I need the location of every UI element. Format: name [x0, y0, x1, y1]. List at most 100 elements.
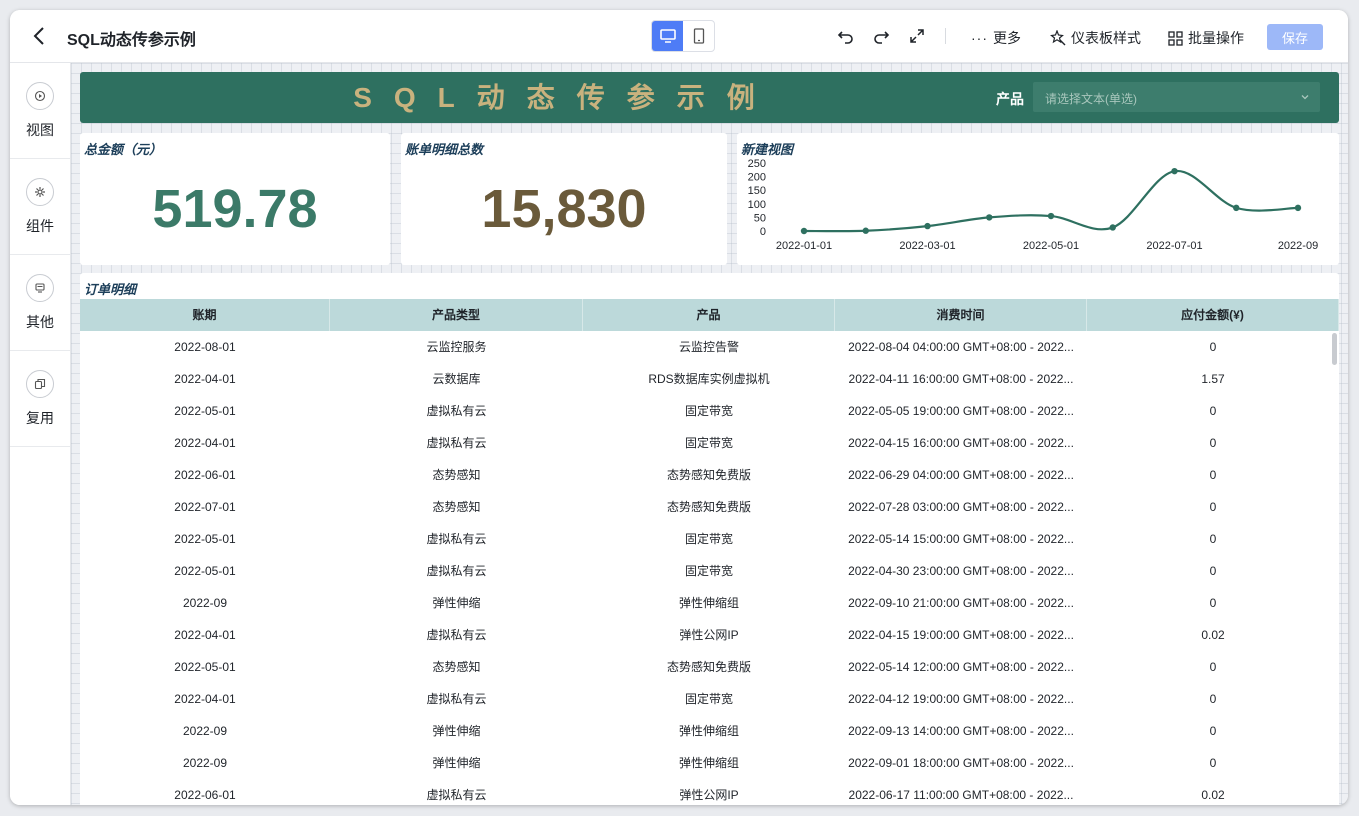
table-cell: 虚拟私有云: [426, 788, 487, 802]
data-point[interactable]: [1109, 224, 1116, 231]
table-row[interactable]: 2022-06-01 虚拟私有云 弹性公网IP 2022-06-17 11:00:00…: [80, 779, 1339, 805]
data-point[interactable]: [1047, 212, 1055, 220]
toolbar-divider: [945, 28, 946, 44]
table-cell: 弹性公网IP: [679, 628, 739, 642]
dashboard-style-button[interactable]: 仪表板样式: [1050, 28, 1141, 48]
table-cell: RDS数据库实例虚拟机: [648, 372, 770, 386]
column-header[interactable]: 应付金额(¥): [1087, 299, 1339, 331]
sidebar-item-other[interactable]: 其他: [10, 255, 70, 351]
table-cell: 0: [1209, 692, 1217, 706]
table-row[interactable]: 2022-05-01 态势感知 态势感知免费版 2022-05-14 12:00:00…: [80, 651, 1339, 683]
grid-icon: [1168, 30, 1183, 46]
table-cell: 2022-09: [182, 596, 228, 610]
table-cell: 0: [1209, 468, 1217, 482]
table-cell: 2022-05-01: [174, 660, 236, 674]
column-header[interactable]: 消费时间: [835, 299, 1087, 331]
table-row[interactable]: 2022-05-01 虚拟私有云 固定带宽 2022-05-05 19:00:00 G…: [80, 395, 1339, 427]
table-cell: 云监控告警: [678, 340, 739, 354]
table-body: 2022-08-01 云监控服务 云监控告警 2022-08-04 04:00:00 …: [80, 331, 1339, 805]
other-icon: [26, 273, 54, 302]
table-cell: 2022-05-14 15:00:00 GMT+08:00 - 2022...: [848, 532, 1074, 546]
desktop-view-button[interactable]: [652, 21, 683, 51]
table-scrollbar[interactable]: [1332, 333, 1337, 365]
table-cell: 弹性公网IP: [679, 788, 739, 802]
product-filter-select[interactable]: 请选择文本(单选): [1033, 82, 1320, 112]
kpi-card-bill-count[interactable]: 账单明细总数 15,830: [401, 133, 727, 265]
table-row[interactable]: 2022-07-01 态势感知 态势感知免费版 2022-07-28 03:00:00…: [80, 491, 1339, 523]
title-banner: SQL动态传参示例 产品 请选择文本(单选): [80, 72, 1339, 123]
device-toggle: [651, 20, 715, 52]
table-row[interactable]: 2022-05-01 虚拟私有云 固定带宽 2022-04-30 23:00:00 G…: [80, 555, 1339, 587]
table-row[interactable]: 2022-09 弹性伸缩 弹性伸缩组 2022-09-10 21:00:00 GMT+…: [80, 587, 1339, 619]
sidebar-item-component[interactable]: 组件: [10, 159, 70, 255]
y-tick-label: 200: [748, 172, 766, 184]
sidebar-item-label: 复用: [26, 409, 54, 426]
line-chart-card[interactable]: 新建视图 0 50 100 150 200 250 2022-01-01 2022-03-01…: [737, 133, 1339, 265]
table-cell: 2022-04-15 16:00:00 GMT+08:00 - 2022...: [848, 436, 1074, 450]
data-point[interactable]: [862, 227, 869, 234]
data-point[interactable]: [1233, 204, 1240, 212]
redo-icon[interactable]: [872, 27, 890, 45]
desktop-icon: [659, 29, 676, 43]
y-tick-label: 50: [754, 212, 766, 224]
mobile-icon: [693, 28, 704, 44]
table-cell: 2022-04-30 23:00:00 GMT+08:00 - 2022...: [848, 564, 1074, 578]
batch-operation-button[interactable]: 批量操作: [1168, 28, 1244, 48]
table-cell: 2022-08-04 04:00:00 GMT+08:00 - 2022...: [848, 340, 1074, 354]
column-header[interactable]: 产品类型: [330, 299, 583, 331]
table-cell: 0: [1209, 596, 1217, 610]
table-cell: 2022-08-01: [174, 340, 236, 354]
table-cell: 2022-09-01 18:00:00 GMT+08:00 - 2022...: [848, 756, 1074, 770]
table-cell: 2022-05-14 12:00:00 GMT+08:00 - 2022...: [848, 660, 1074, 674]
table-row[interactable]: 2022-05-01 虚拟私有云 固定带宽 2022-05-14 15:00:00 G…: [80, 523, 1339, 555]
kpi-value: 519.78: [152, 179, 318, 239]
table-row[interactable]: 2022-08-01 云监控服务 云监控告警 2022-08-04 04:00:00 …: [80, 331, 1339, 363]
table-title: 订单明细: [84, 282, 137, 297]
undo-icon[interactable]: [837, 27, 855, 45]
product-filter-label: 产品: [996, 91, 1024, 107]
data-point[interactable]: [924, 222, 931, 230]
table-cell: 2022-05-01: [174, 404, 236, 418]
data-point[interactable]: [1294, 204, 1302, 212]
table-cell: 固定带宽: [684, 532, 733, 546]
dashboard-canvas: SQL动态传参示例 产品 请选择文本(单选) 总金额（元） 519.78 账单明…: [71, 63, 1348, 805]
table-row[interactable]: 2022-04-01 虚拟私有云 弹性公网IP 2022-04-15 19:00:00…: [80, 619, 1339, 651]
table-cell: 2022-06-01: [174, 788, 236, 802]
kpi-card-total-amount[interactable]: 总金额（元） 519.78: [80, 133, 390, 265]
mobile-view-button[interactable]: [683, 21, 714, 51]
table-header: 账期 产品类型 产品 消费时间 应付金额(¥): [80, 299, 1339, 331]
table-cell: 0: [1209, 756, 1217, 770]
save-button[interactable]: 保存: [1267, 24, 1323, 50]
column-header[interactable]: 账期: [80, 299, 330, 331]
sidebar-item-label: 视图: [26, 121, 54, 138]
table-cell: 2022-06-01: [174, 468, 236, 482]
table-row[interactable]: 2022-04-01 虚拟私有云 固定带宽 2022-04-15 16:00:00 G…: [80, 427, 1339, 459]
y-tick-label: 150: [748, 185, 766, 197]
table-cell: 2022-07-01: [174, 500, 236, 514]
sidebar-item-reuse[interactable]: 复用: [10, 351, 70, 447]
more-button[interactable]: ··· 更多: [971, 28, 1021, 48]
table-row[interactable]: 2022-06-01 态势感知 态势感知免费版 2022-06-29 04:00:00…: [80, 459, 1339, 491]
component-icon: [26, 177, 54, 206]
table-row[interactable]: 2022-09 弹性伸缩 弹性伸缩组 2022-09-01 18:00:00 GMT+…: [80, 747, 1339, 779]
back-icon[interactable]: [30, 24, 50, 48]
column-header[interactable]: 产品: [583, 299, 835, 331]
table-cell: 2022-06-17 11:00:00 GMT+08:00 - 2022...: [848, 788, 1074, 802]
table-row[interactable]: 2022-04-01 云数据库 RDS数据库实例虚拟机 2022-04-11 16:0…: [80, 363, 1339, 395]
table-cell: 固定带宽: [684, 404, 733, 418]
table-cell: 态势感知: [432, 468, 481, 482]
table-cell: 虚拟私有云: [426, 532, 487, 546]
table-cell: 态势感知免费版: [666, 500, 751, 514]
table-row[interactable]: 2022-09 弹性伸缩 弹性伸缩组 2022-09-13 14:00:00 GMT+…: [80, 715, 1339, 747]
table-cell: 0.02: [1201, 788, 1225, 802]
fullscreen-icon[interactable]: [908, 27, 926, 45]
table-cell: 2022-09-13 14:00:00 GMT+08:00 - 2022...: [848, 724, 1074, 738]
table-cell: 弹性伸缩组: [678, 596, 739, 610]
banner-title: SQL动态传参示例: [353, 82, 777, 113]
data-point[interactable]: [1171, 167, 1178, 175]
sidebar-item-view[interactable]: 视图: [10, 63, 70, 159]
data-point[interactable]: [800, 227, 808, 235]
table-cell: 2022-07-28 03:00:00 GMT+08:00 - 2022...: [848, 500, 1074, 514]
data-point[interactable]: [986, 214, 993, 221]
table-row[interactable]: 2022-04-01 虚拟私有云 固定带宽 2022-04-12 19:00:00 G…: [80, 683, 1339, 715]
